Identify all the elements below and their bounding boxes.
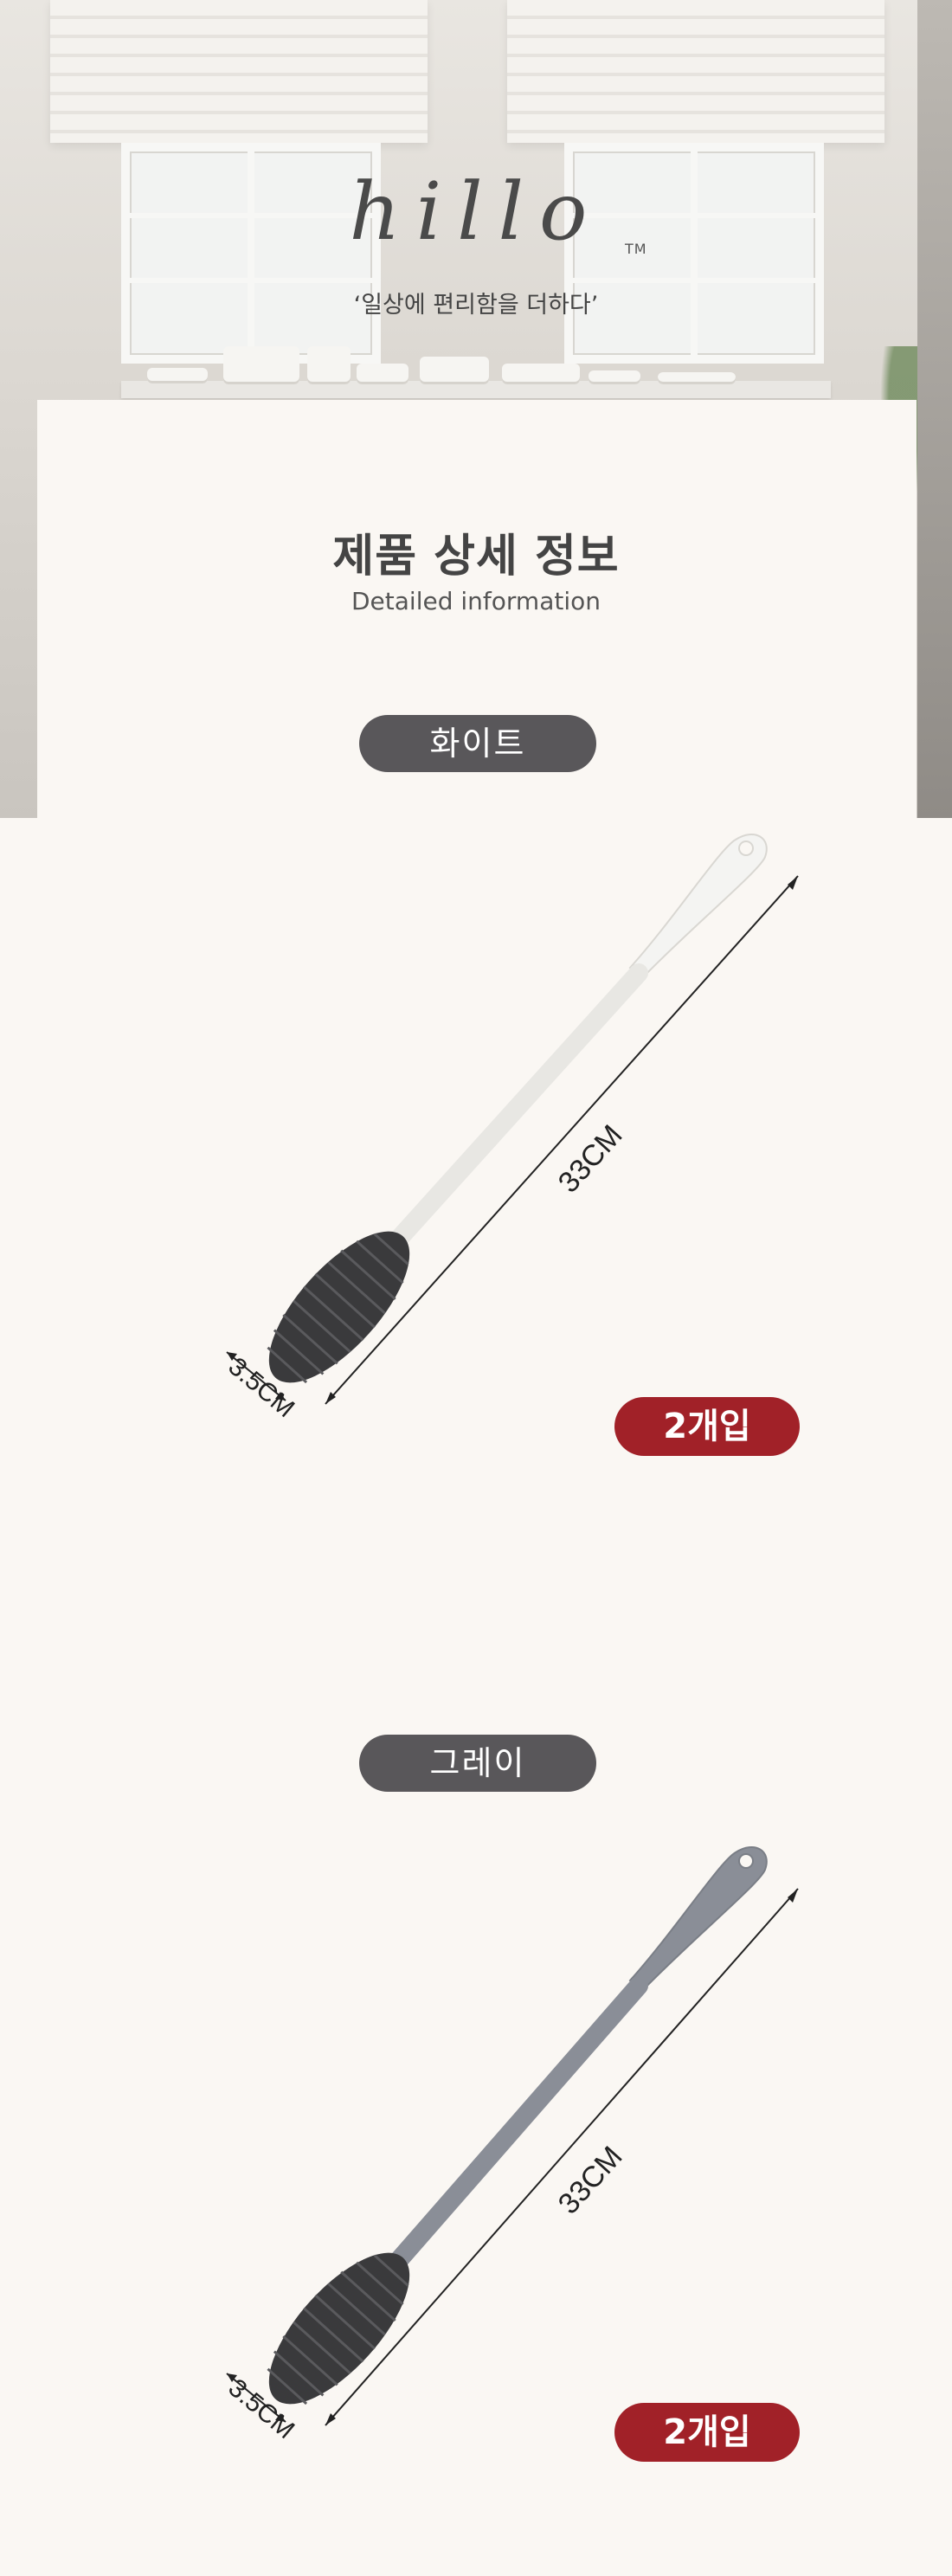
dish	[357, 364, 408, 384]
brush-bristles	[267, 2252, 410, 2405]
quantity-badge-gray: 2개입	[614, 2403, 800, 2462]
dish	[658, 372, 736, 384]
quantity-badge-white: 2개입	[614, 1397, 800, 1456]
trademark-symbol: TM	[625, 241, 647, 257]
color-option-pill-white: 화이트	[359, 715, 596, 772]
dish	[147, 368, 208, 383]
brush-bristles	[267, 1231, 410, 1384]
dish	[307, 346, 351, 384]
dish	[589, 370, 640, 384]
color-option-pill-gray: 그레이	[359, 1735, 596, 1792]
product-image-white: 33CM 3.5CM	[0, 822, 952, 1446]
length-label: 33CM	[552, 1119, 629, 1200]
dish	[502, 364, 580, 384]
dish	[420, 357, 489, 384]
window-blind-right	[507, 0, 884, 143]
dish	[223, 346, 299, 384]
product-image-gray: 33CM 3.5CM	[0, 1844, 952, 2467]
section-subtitle: Detailed information	[351, 587, 601, 615]
brand-slogan: ‘일상에 편리함을 더하다’	[353, 292, 599, 319]
section-title: 제품 상세 정보	[332, 531, 620, 583]
brand-logo: hillo	[349, 165, 603, 258]
wall-edge	[917, 0, 952, 818]
length-label: 33CM	[552, 2141, 629, 2221]
window-blind-left	[50, 0, 428, 143]
